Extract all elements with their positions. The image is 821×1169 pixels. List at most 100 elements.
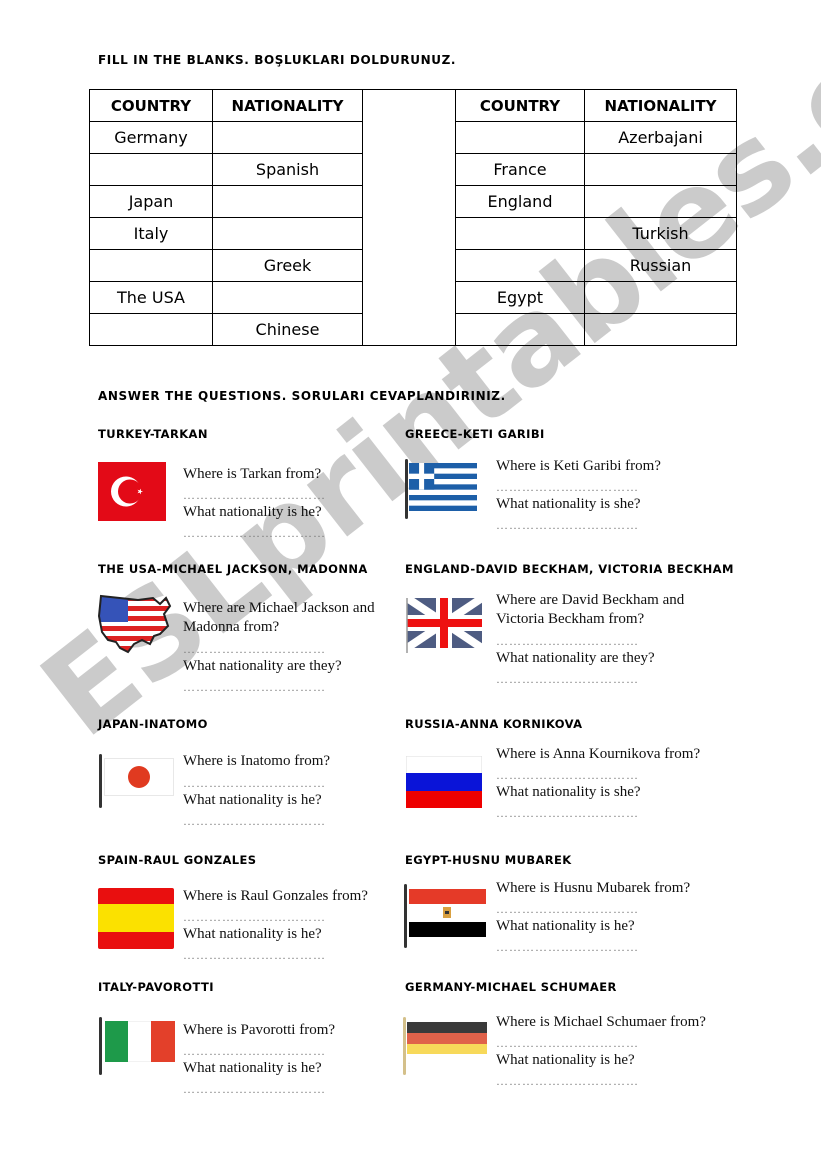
cell-country[interactable] (455, 249, 585, 282)
answer-blank[interactable]: …………………………… (183, 488, 326, 503)
card-title: RUSSIA-ANNA KORNIKOVA (405, 717, 583, 731)
answer-blank[interactable]: …………………………… (496, 806, 639, 821)
answer-blank[interactable]: …………………………… (496, 1036, 639, 1051)
question-2: What nationality is he? (183, 792, 322, 808)
cell-nationality[interactable] (212, 121, 363, 154)
cell-nationality[interactable] (584, 185, 737, 218)
header-nationality-right: NATIONALITY (584, 89, 737, 122)
answer-blank[interactable]: …………………………… (496, 902, 639, 917)
question-1: Where is Tarkan from? (183, 466, 322, 482)
card-title: SPAIN-RAUL GONZALES (98, 853, 257, 867)
question-1: Where is Raul Gonzales from? (183, 888, 368, 904)
cell-nationality[interactable] (584, 153, 737, 186)
answer-blank[interactable]: …………………………… (183, 910, 326, 925)
cell-nationality[interactable] (584, 281, 737, 314)
cell-country[interactable] (455, 313, 585, 346)
cell-country[interactable]: The USA (89, 281, 213, 314)
answer-blank[interactable]: …………………………… (183, 948, 326, 963)
japan-flag-icon (104, 758, 174, 796)
spain-flag-icon (98, 888, 174, 949)
answer-questions-heading: ANSWER THE QUESTIONS. SORULARI CEVAPLAND… (98, 389, 506, 403)
question-1: Where is Husnu Mubarek from? (496, 880, 691, 896)
cell-nationality[interactable]: Chinese (212, 313, 363, 346)
flag-pole-icon (404, 884, 407, 948)
cell-nationality[interactable] (212, 185, 363, 218)
cell-country[interactable] (455, 121, 585, 154)
cell-nationality[interactable]: Turkish (584, 217, 737, 250)
question-1: Where is Keti Garibi from? (496, 458, 661, 474)
card-title: ITALY-PAVOROTTI (98, 980, 214, 994)
header-country-left: COUNTRY (89, 89, 213, 122)
cell-country[interactable]: England (455, 185, 585, 218)
question-1: Where are Michael Jackson and Madonna fr… (183, 600, 375, 635)
question-2: What nationality are they? (183, 658, 342, 674)
germany-flag-icon (407, 1022, 487, 1054)
cell-nationality[interactable] (212, 217, 363, 250)
answer-blank[interactable]: …………………………… (496, 1074, 639, 1089)
usa-map-flag-icon (98, 594, 172, 654)
card-title: THE USA-MICHAEL JACKSON, MADONNA (98, 562, 368, 576)
cell-country[interactable] (89, 249, 213, 282)
russia-flag-icon (406, 756, 482, 808)
question-2: What nationality is he? (183, 504, 322, 520)
cell-country[interactable]: Italy (89, 217, 213, 250)
question-2: What nationality is he? (183, 926, 322, 942)
question-1: Where is Anna Kournikova from? (496, 746, 701, 762)
cell-country[interactable] (455, 217, 585, 250)
answer-blank[interactable]: …………………………… (496, 518, 639, 533)
cell-country[interactable]: Japan (89, 185, 213, 218)
flag-pole-icon (99, 1017, 102, 1075)
question-2: What nationality is she? (496, 496, 641, 512)
question-2: What nationality is he? (496, 918, 635, 934)
question-1: Where is Michael Schumaer from? (496, 1014, 706, 1030)
answer-blank[interactable]: …………………………… (496, 672, 639, 687)
egypt-flag-icon (409, 889, 486, 937)
cell-country[interactable]: Egypt (455, 281, 585, 314)
card-title: JAPAN-INATOMO (98, 717, 208, 731)
card-title: TURKEY-TARKAN (98, 427, 208, 441)
answer-blank[interactable]: …………………………… (183, 814, 326, 829)
flag-pole-icon (403, 1017, 406, 1075)
question-1: Where is Pavorotti from? (183, 1022, 336, 1038)
fill-blanks-heading: FILL IN THE BLANKS. BOŞLUKLARI DOLDURUNU… (98, 53, 457, 67)
cell-country[interactable] (89, 153, 213, 186)
answer-blank[interactable]: …………………………… (183, 680, 326, 695)
card-title: ENGLAND-DAVID BECKHAM, VICTORIA BECKHAM (405, 562, 734, 576)
greece-flag-icon (409, 463, 477, 511)
answer-blank[interactable]: …………………………… (183, 1044, 326, 1059)
cell-country[interactable]: France (455, 153, 585, 186)
header-nationality-left: NATIONALITY (212, 89, 363, 122)
question-1: Where are David Beckham and Victoria Bec… (496, 592, 685, 627)
answer-blank[interactable]: …………………………… (183, 1082, 326, 1097)
cell-nationality[interactable]: Azerbajani (584, 121, 737, 154)
question-2: What nationality are they? (496, 650, 655, 666)
flag-pole-icon (99, 754, 102, 808)
cell-country[interactable]: Germany (89, 121, 213, 154)
answer-blank[interactable]: …………………………… (183, 776, 326, 791)
question-2: What nationality is he? (496, 1052, 635, 1068)
question-2: What nationality is she? (496, 784, 641, 800)
flag-pole-icon (405, 459, 408, 519)
cell-nationality[interactable]: Greek (212, 249, 363, 282)
cell-nationality[interactable] (584, 313, 737, 346)
cell-nationality[interactable] (212, 281, 363, 314)
header-country-right: COUNTRY (455, 89, 585, 122)
table-header-row: COUNTRY NATIONALITY COUNTRY NATIONALITY (89, 89, 737, 346)
answer-blank[interactable]: …………………………… (183, 526, 326, 541)
uk-flag-icon (406, 597, 482, 653)
answer-blank[interactable]: …………………………… (183, 642, 326, 657)
card-title: GREECE-KETI GARIBI (405, 427, 545, 441)
cell-nationality[interactable]: Russian (584, 249, 737, 282)
answer-blank[interactable]: …………………………… (496, 940, 639, 955)
answer-blank[interactable]: …………………………… (496, 768, 639, 783)
cell-country[interactable] (89, 313, 213, 346)
answer-blank[interactable]: …………………………… (496, 480, 639, 495)
cell-nationality[interactable]: Spanish (212, 153, 363, 186)
turkey-flag-icon (98, 462, 166, 521)
italy-flag-icon (105, 1021, 175, 1062)
card-title: EGYPT-HUSNU MUBAREK (405, 853, 572, 867)
table-spacer (362, 89, 456, 346)
question-1: Where is Inatomo from? (183, 753, 331, 769)
question-2: What nationality is he? (183, 1060, 322, 1076)
answer-blank[interactable]: …………………………… (496, 634, 639, 649)
